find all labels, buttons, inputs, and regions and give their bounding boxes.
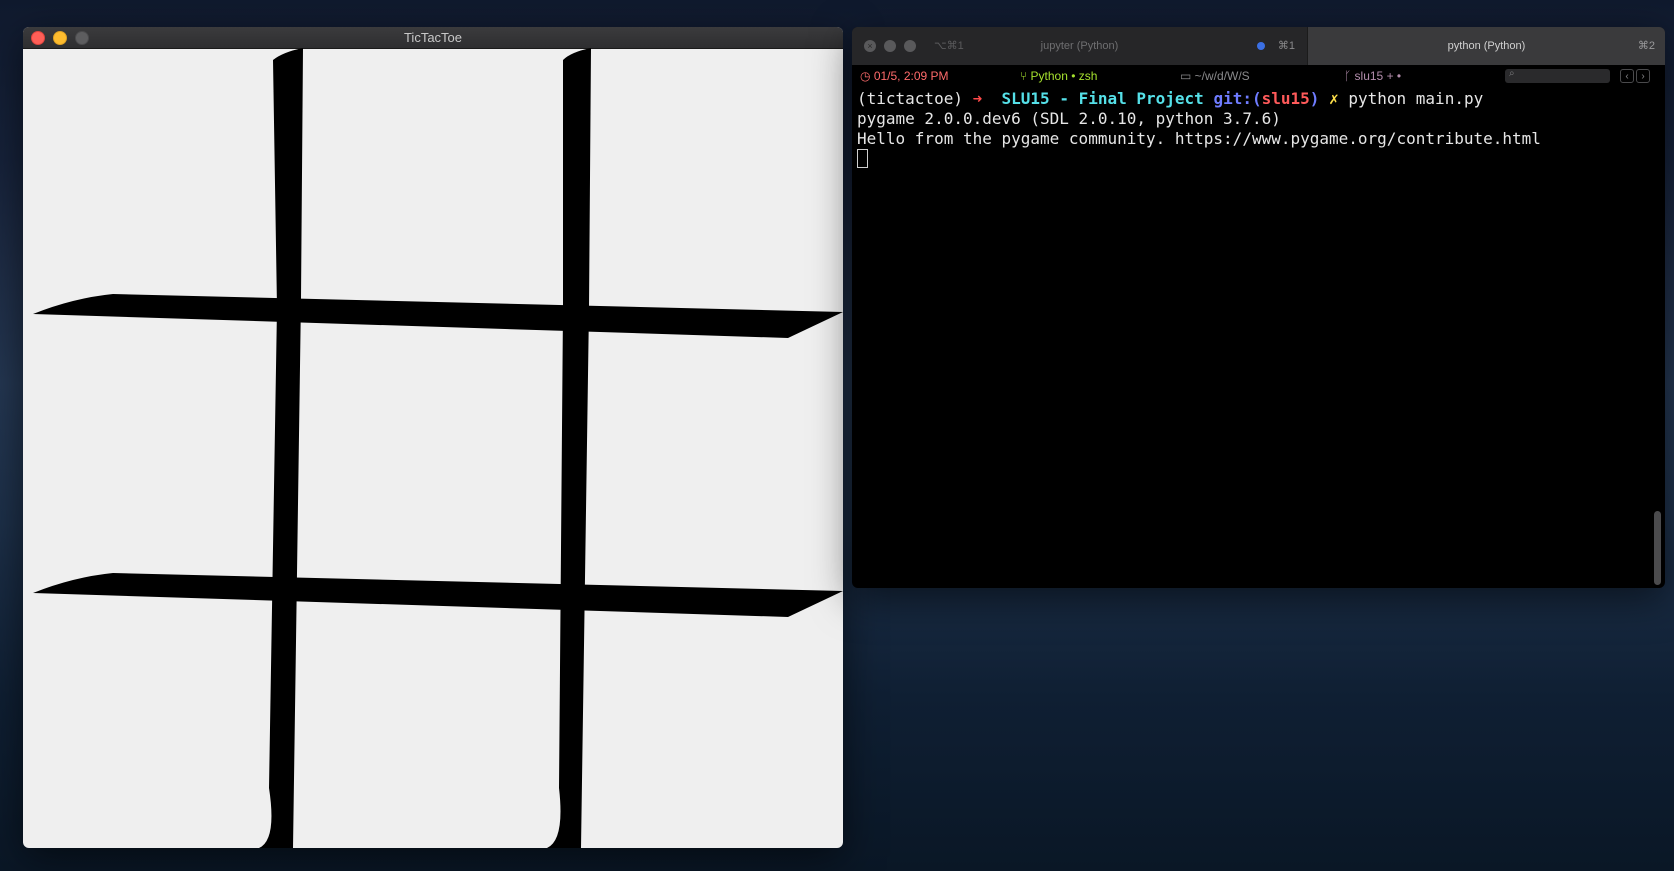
branch-icon: ⑂ — [1020, 69, 1031, 83]
output-line: Hello from the pygame community. https:/… — [857, 129, 1541, 148]
cursor-line — [857, 149, 1660, 170]
search-icon: ⌕ — [1509, 68, 1515, 79]
terminal-tab-bar: × ⌥⌘1 jupyter (Python) ⌘1 python (Python… — [852, 27, 1665, 65]
text-cursor — [857, 149, 868, 168]
tictactoe-board[interactable] — [23, 48, 843, 848]
status-directory: ▭ ~/w/d/W/S — [1180, 69, 1250, 83]
output-line: pygame 2.0.0.dev6 (SDL 2.0.10, python 3.… — [857, 109, 1281, 128]
prompt-env: (tictactoe) — [857, 89, 963, 108]
tictactoe-window: TicTacToe — [23, 27, 843, 848]
window-titlebar[interactable]: TicTacToe — [23, 27, 843, 49]
terminal-console[interactable]: (tictactoe) ➜ SLU15 - Final Project git:… — [852, 87, 1665, 172]
tab-label: jupyter (Python) — [1040, 40, 1119, 52]
git-branch-icon: ᚴ — [1344, 69, 1355, 83]
tab-jupyter[interactable]: × ⌥⌘1 jupyter (Python) ⌘1 — [852, 27, 1308, 65]
prompt-directory: SLU15 - Final Project — [1001, 89, 1204, 108]
terminal-minimize-button[interactable] — [884, 40, 896, 52]
terminal-zoom-button[interactable] — [904, 40, 916, 52]
tab-python[interactable]: python (Python) ⌘2 — [1308, 27, 1665, 65]
tab-shortcut: ⌘2 — [1637, 40, 1655, 52]
folder-icon: ▭ — [1180, 69, 1195, 83]
tab-activity-dot-icon — [1257, 42, 1265, 50]
previous-button[interactable]: ‹ — [1620, 69, 1634, 83]
next-button[interactable]: › — [1636, 69, 1650, 83]
prompt-line: (tictactoe) ➜ SLU15 - Final Project git:… — [857, 89, 1660, 109]
grid-line-vertical-1 — [259, 48, 303, 848]
window-title: TicTacToe — [403, 30, 463, 45]
prompt-arrow-icon: ➜ — [972, 89, 983, 108]
prompt-git-suffix: ) — [1309, 89, 1320, 108]
terminal-scrollbar[interactable] — [1654, 511, 1661, 585]
grid-line-vertical-2 — [547, 48, 591, 848]
prompt-dirty-icon: ✗ — [1329, 89, 1339, 108]
prompt-command: python main.py — [1348, 89, 1484, 108]
search-field[interactable]: ⌕ — [1505, 68, 1610, 83]
terminal-window-controls: × — [864, 40, 916, 52]
prompt-git-prefix: git:( — [1213, 89, 1262, 108]
tab-shortcut: ⌥⌘1 — [934, 40, 964, 52]
grid-line-horizontal-2 — [33, 573, 843, 617]
status-time: ◷ 01/5, 2:09 PM — [860, 69, 949, 83]
tab-shortcut: ⌘1 — [1277, 40, 1295, 52]
prompt-branch: slu15 — [1261, 89, 1310, 108]
clock-icon: ◷ — [860, 69, 874, 83]
status-git: ᚴ slu15 + • — [1344, 69, 1402, 83]
grid-line-horizontal-1 — [33, 294, 843, 338]
terminal-status-bar: ◷ 01/5, 2:09 PM ⑂ Python • zsh ▭ ~/w/d/W… — [852, 65, 1665, 87]
terminal-window: × ⌥⌘1 jupyter (Python) ⌘1 python (Python… — [852, 27, 1665, 588]
tab-label: python (Python) — [1447, 40, 1526, 52]
terminal-close-button[interactable]: × — [864, 40, 876, 52]
status-process: ⑂ Python • zsh — [1020, 69, 1098, 83]
